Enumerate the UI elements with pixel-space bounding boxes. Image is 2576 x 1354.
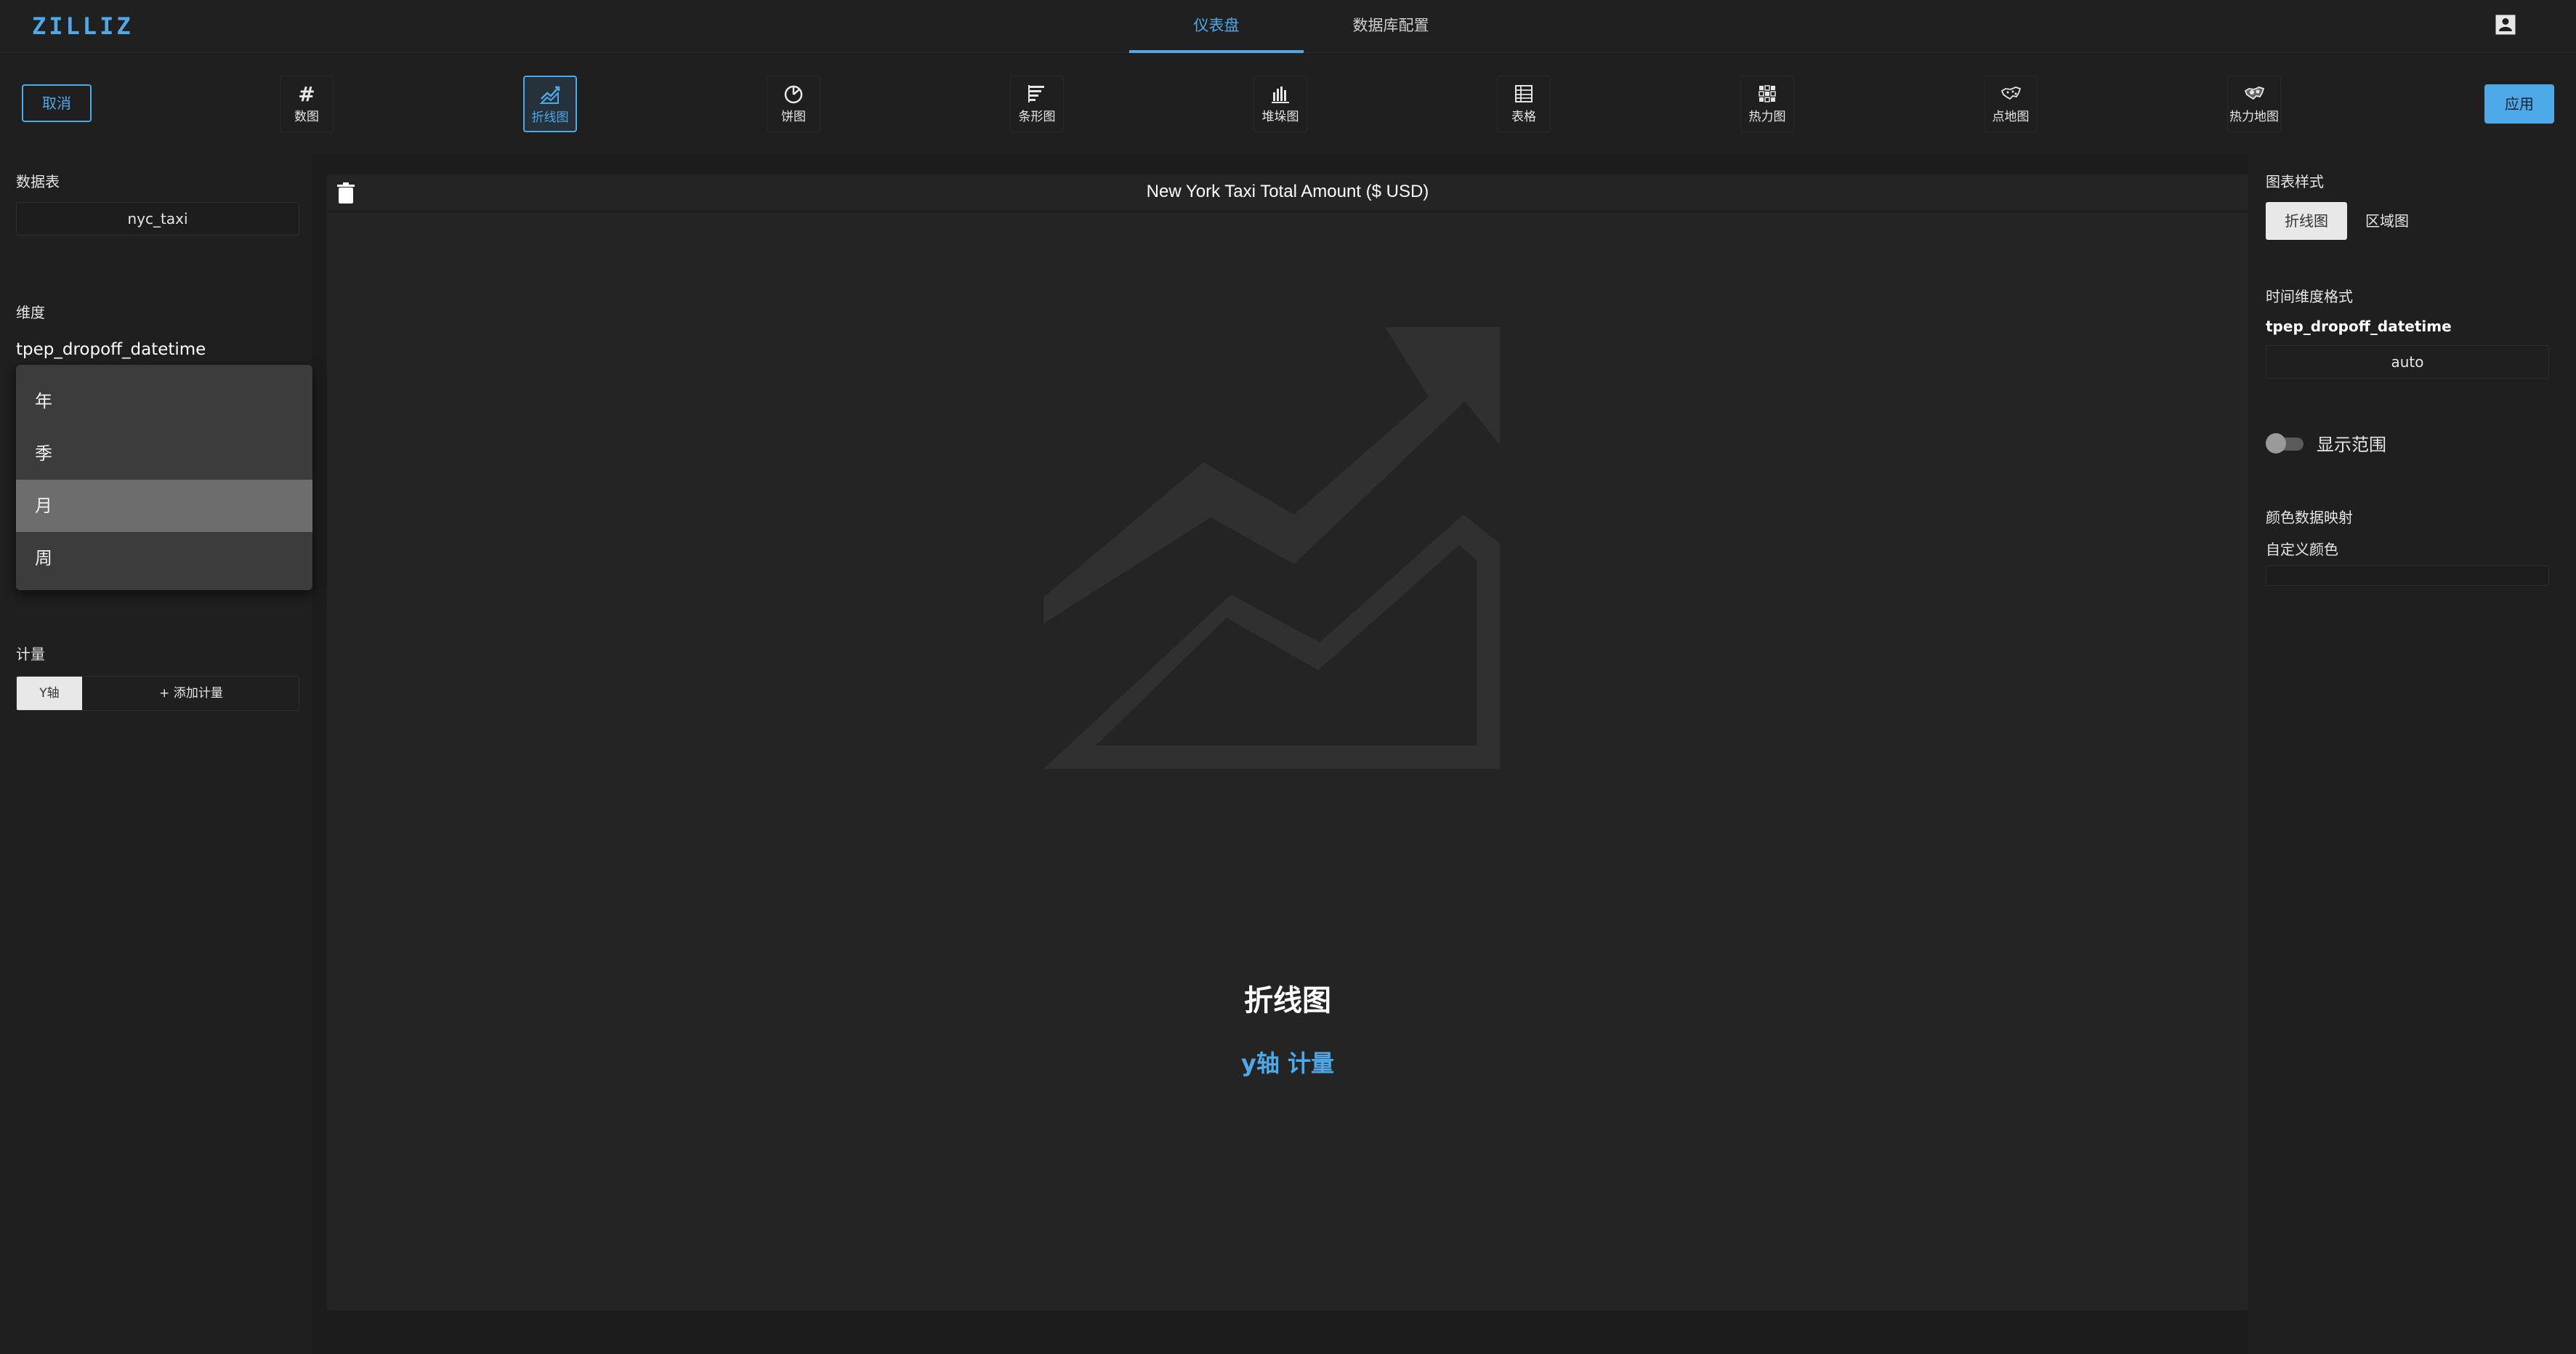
custom-color-label: 自定义颜色	[2266, 541, 2338, 558]
table-icon	[1498, 76, 1550, 108]
point-map-icon	[1985, 76, 2037, 108]
time-field-name: tpep_dropoff_datetime	[2266, 318, 2452, 335]
dimension-field: tpep_dropoff_datetime	[16, 340, 206, 359]
hash-icon: #	[280, 76, 333, 108]
chart-type-line[interactable]: 折线图	[523, 76, 577, 132]
chart-type-point-map[interactable]: 点地图	[1984, 76, 2038, 132]
cancel-button[interactable]: 取消	[22, 84, 92, 122]
granularity-dropdown: 年 季 月 周	[16, 365, 312, 590]
dimension-title: 维度	[16, 304, 45, 321]
dropdown-option-week[interactable]: 周	[16, 532, 312, 584]
left-config-panel: 数据表 nyc_taxi 维度 tpep_dropoff_datetime 年 …	[0, 154, 312, 1354]
chart-title: New York Taxi Total Amount ($ USD)	[1146, 182, 1429, 201]
style-option-line[interactable]: 折线图	[2266, 202, 2347, 240]
dropdown-option-quarter[interactable]: 季	[16, 427, 312, 480]
stacked-chart-icon	[1254, 76, 1307, 108]
measure-title: 计量	[16, 645, 45, 663]
chart-type-label: 热力图	[1748, 110, 1786, 124]
chart-type-pie[interactable]: 饼图	[767, 76, 820, 132]
heat-map-geo-icon	[2228, 76, 2280, 108]
chart-type-label: 饼图	[781, 110, 806, 124]
color-mapping-title: 颜色数据映射	[2266, 509, 2353, 526]
y-axis-chip[interactable]: Y轴	[17, 677, 82, 710]
chart-preview-panel: New York Taxi Total Amount ($ USD) 折线图 y…	[327, 174, 2248, 1310]
chart-toolbar: 取消 # 数图 折线图 饼图 条形图 堆垛图 表格 热力图 点地图 热力地图 应…	[0, 54, 2576, 154]
chart-type-table[interactable]: 表格	[1497, 76, 1551, 132]
line-chart-placeholder-icon	[1043, 327, 1509, 770]
top-bar: ZILLIZ 仪表盘 数据库配置	[0, 0, 2576, 53]
chart-type-stacked[interactable]: 堆垛图	[1253, 76, 1307, 132]
svg-text:#: #	[298, 82, 315, 105]
bar-chart-icon	[1011, 76, 1063, 108]
time-format-title: 时间维度格式	[2266, 288, 2353, 305]
show-range-label: 显示范围	[2317, 435, 2386, 455]
placeholder-subtitle: y轴 计量	[1240, 1049, 1334, 1077]
chart-type-label: 表格	[1511, 110, 1536, 124]
account-icon[interactable]	[2492, 12, 2519, 38]
chart-type-label: 折线图	[531, 110, 569, 125]
style-option-area[interactable]: 区域图	[2354, 202, 2420, 240]
toggle-knob	[2266, 433, 2286, 454]
chart-type-label: 数图	[294, 110, 319, 124]
chart-type-label: 点地图	[1992, 110, 2030, 124]
time-format-select[interactable]: auto	[2266, 345, 2549, 379]
show-range-toggle[interactable]	[2266, 433, 2304, 454]
datatable-title: 数据表	[16, 173, 60, 190]
dropdown-option-month[interactable]: 月	[16, 480, 312, 532]
measure-row: Y轴 + 添加计量	[16, 676, 299, 711]
chart-style-title: 图表样式	[2266, 173, 2324, 190]
chart-type-label: 条形图	[1018, 110, 1056, 124]
apply-button[interactable]: 应用	[2484, 84, 2554, 124]
chart-type-label: 热力地图	[2229, 110, 2279, 124]
logo: ZILLIZ	[32, 12, 134, 40]
placeholder-title: 折线图	[1244, 984, 1331, 1017]
custom-color-input[interactable]	[2266, 565, 2549, 586]
chart-type-heatmap[interactable]: 热力图	[1740, 76, 1794, 132]
trash-icon[interactable]	[336, 182, 356, 205]
heatmap-icon	[1741, 76, 1793, 108]
tab-database-config[interactable]: 数据库配置	[1304, 0, 1478, 53]
dropdown-option-year[interactable]: 年	[16, 375, 312, 427]
preview-header: New York Taxi Total Amount ($ USD)	[327, 174, 2248, 212]
line-chart-icon	[525, 77, 576, 109]
chart-type-bar[interactable]: 条形图	[1010, 76, 1064, 132]
chart-type-label: 堆垛图	[1261, 110, 1299, 124]
datatable-select[interactable]: nyc_taxi	[16, 202, 299, 235]
pie-chart-icon	[767, 76, 820, 108]
chart-type-geo-heatmap[interactable]: 热力地图	[2227, 76, 2281, 132]
chart-type-number[interactable]: # 数图	[280, 76, 334, 132]
add-measure-button[interactable]: + 添加计量	[82, 677, 300, 710]
right-style-panel: 图表样式 折线图 区域图 时间维度格式 tpep_dropoff_datetim…	[2248, 154, 2576, 1354]
tab-dashboard[interactable]: 仪表盘	[1129, 0, 1304, 53]
